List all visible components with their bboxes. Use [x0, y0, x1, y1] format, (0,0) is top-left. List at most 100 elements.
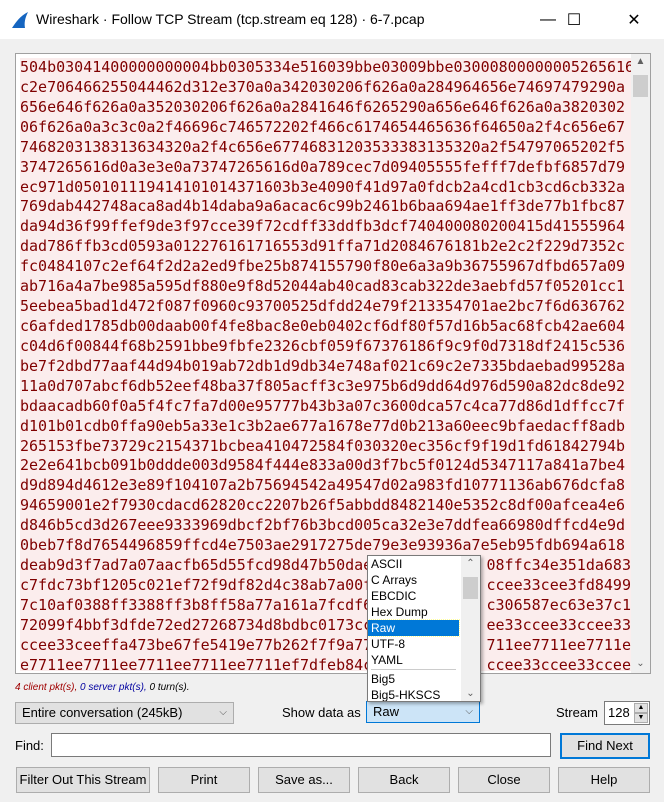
- stream-line: deab9d3f7ad7a07aacfb65d55fcd98d47b50dae 0…: [20, 556, 631, 576]
- close-button[interactable]: Close: [458, 767, 550, 793]
- scroll-up-icon[interactable]: ▲: [631, 56, 650, 67]
- stream-line-text: d9d894d4612e3e89f104107a2b75694542a49547…: [20, 476, 626, 495]
- stream-line-text: d846b5cd3d267eee9333969dbcf2bf76b3bcd005…: [20, 516, 626, 535]
- separator: [371, 669, 456, 670]
- stream-line: 0beb7f8d7654496859ffcd4e7503ae2917275de7…: [20, 536, 631, 556]
- option-utf-8[interactable]: UTF-8: [368, 636, 459, 652]
- option-ascii[interactable]: ASCII: [368, 556, 459, 572]
- stream-line-text: c04d6f00844f68b2591bbe9fbfe2326cbf059f67…: [20, 336, 626, 355]
- chevron-down-icon: ⌵: [465, 706, 473, 717]
- scroll-up-icon[interactable]: ⌃: [461, 558, 480, 569]
- stream-line-text: ccee33ceeffa473be67fe5419e77b262f7f9a77: [20, 635, 373, 654]
- conversation-select[interactable]: Entire conversation (245kB) ⌵: [15, 702, 234, 724]
- back-button[interactable]: Back: [358, 767, 450, 793]
- spin-up-icon[interactable]: ▲: [634, 703, 648, 713]
- stream-content-area[interactable]: 504b03041400000000004bb0305334e516039bbe…: [15, 53, 651, 674]
- stream-line-text: c2e706466255044462d312e370a0a342030206f6…: [20, 77, 626, 96]
- conversation-value: Entire conversation (245kB): [22, 705, 183, 720]
- stream-line-text: deab9d3f7ad7a07aacfb65d55fcd98d47b50dae: [20, 556, 373, 575]
- client-packets: 4 client pkt(s),: [15, 682, 78, 693]
- stream-line: d9d894d4612e3e89f104107a2b75694542a49547…: [20, 476, 631, 496]
- show-data-select[interactable]: Raw ⌵: [366, 701, 480, 723]
- stream-line-text: bdaacadb60f0a5f4fc7fa7d00e95777b43b3a07c…: [20, 396, 626, 415]
- stream-line-text: fc0484107c2ef64f2d2a2ed9fbe25b874155790f…: [20, 257, 626, 276]
- turns: 0 turn(s).: [149, 682, 190, 693]
- stream-line: ec971d050101119414101014371603b3e4090f41…: [20, 178, 631, 198]
- stream-line-text: 7c10af0388ff3388ff3b8ff58a77a161a7fcdf6: [20, 595, 373, 614]
- stream-line-text: 06f626a0a3c3c0a2f46696c746572202f466c617…: [20, 117, 626, 136]
- title-bar: Wireshark · Follow TCP Stream (tcp.strea…: [0, 0, 664, 39]
- chevron-down-icon: ⌵: [219, 707, 227, 718]
- scroll-thumb[interactable]: [463, 577, 478, 599]
- stream-line-text: e7711ee7711ee7711ee7711ee7711ef7dfeb84c: [20, 655, 373, 671]
- stream-line-text: be7f2dbd77aaf44d94b019ab72db1d9db34e748a…: [20, 356, 626, 375]
- stream-line: dad786ffb3cd0593a012276161716553d91ffa71…: [20, 237, 631, 257]
- stream-line-text: 7468203138313634320a2f4c656e677468312035…: [20, 137, 626, 156]
- show-data-dropdown-list[interactable]: ASCII C Arrays EBCDIC Hex Dump Raw UTF-8…: [367, 555, 481, 702]
- option-yaml[interactable]: YAML: [368, 652, 459, 668]
- stream-line-text: 504b03041400000000004bb0305334e516039bbe…: [20, 58, 631, 76]
- server-packets: 0 server pkt(s),: [80, 682, 147, 693]
- stream-line: c7fdc73bf1205c021ef72f9df82d4c38ab7a00f c…: [20, 576, 631, 596]
- stream-line: c2e706466255044462d312e370a0a342030206f6…: [20, 78, 631, 98]
- show-data-label: Show data as: [282, 705, 361, 720]
- find-next-button[interactable]: Find Next: [560, 733, 650, 759]
- stream-line-text: 265153fbe73729c2154371bcbea410472584f030…: [20, 436, 626, 455]
- stream-line: 72099f4bbf3dfde72ed27268734d8bdbc0173cc e…: [20, 616, 631, 636]
- spin-down-icon[interactable]: ▼: [634, 713, 648, 723]
- scroll-thumb[interactable]: [633, 75, 648, 97]
- help-button[interactable]: Help: [558, 767, 650, 793]
- option-hex-dump[interactable]: Hex Dump: [368, 604, 459, 620]
- scroll-down-icon[interactable]: ⌄: [461, 688, 480, 699]
- stream-line: c6afded1785db00daab00f4fe8bac8e0eb0402cf…: [20, 317, 631, 337]
- print-button[interactable]: Print: [158, 767, 250, 793]
- stream-line-text-end: ccee33ccee33ccee: [486, 655, 632, 671]
- stream-line-text: 72099f4bbf3dfde72ed27268734d8bdbc0173cc: [20, 615, 373, 634]
- option-big5-hkscs[interactable]: Big5-HKSCS: [368, 687, 459, 701]
- stream-line-text: c6afded1785db00daab00f4fe8bac8e0eb0402cf…: [20, 316, 626, 335]
- stream-line-text: 2e2e641bcb091b0ddde003d9584f444e833a00d3…: [20, 456, 626, 475]
- stream-line: d101b01cdb0ffa90eb5a33e1c3b2ae677a1678e7…: [20, 417, 631, 437]
- stream-line: 504b03041400000000004bb0305334e516039bbe…: [20, 58, 631, 78]
- find-input[interactable]: [51, 733, 551, 757]
- stream-line: 5eebea5bad1d472f087f0960c93700525dfdd24e…: [20, 297, 631, 317]
- stream-line: 265153fbe73729c2154371bcbea410472584f030…: [20, 437, 631, 457]
- show-data-value: Raw: [373, 704, 400, 719]
- stream-line-text: 11a0d707abcf6db52eef48ba37f805acff3c3e97…: [20, 376, 626, 395]
- wireshark-fin-icon: [12, 12, 28, 28]
- stream-line: 94659001e2f7930cdacd62820cc2207b26f5abbd…: [20, 496, 631, 516]
- close-window-button[interactable]: ✕: [611, 0, 657, 39]
- stream-line: da94d36f99ffef9de3f97cce39f72cdff33ddfb3…: [20, 217, 631, 237]
- stream-line: 7468203138313634320a2f4c656e677468312035…: [20, 138, 631, 158]
- option-c-arrays[interactable]: C Arrays: [368, 572, 459, 588]
- dropdown-scrollbar[interactable]: ⌃ ⌄: [461, 556, 480, 701]
- save-as-button[interactable]: Save as...: [258, 767, 350, 793]
- stream-line: ccee33ceeffa473be67fe5419e77b262f7f9a77 7…: [20, 636, 631, 656]
- filter-out-stream-button[interactable]: Filter Out This Stream: [16, 767, 150, 793]
- stream-status: 4 client pkt(s), 0 server pkt(s), 0 turn…: [15, 682, 190, 693]
- stream-line-text-end: ee33ccee33ccee33: [486, 615, 632, 634]
- vertical-scrollbar[interactable]: ▲ ⌄: [631, 54, 650, 673]
- option-ebcdic[interactable]: EBCDIC: [368, 588, 459, 604]
- option-raw[interactable]: Raw: [368, 619, 460, 637]
- stream-line-text: ec971d050101119414101014371603b3e4090f41…: [20, 177, 626, 196]
- stream-line: c04d6f00844f68b2591bbe9fbfe2326cbf059f67…: [20, 337, 631, 357]
- maximize-button[interactable]: ☐: [551, 0, 597, 39]
- stream-line: 769dab442748aca8ad4b14daba9a6acac6c99b24…: [20, 197, 631, 217]
- stream-line-text: 94659001e2f7930cdacd62820cc2207b26f5abbd…: [20, 496, 626, 515]
- stream-number-value: 128: [608, 705, 630, 720]
- stream-line-text: d101b01cdb0ffa90eb5a33e1c3b2ae677a1678e7…: [20, 416, 626, 435]
- stream-line-text: 656e646f626a0a352030206f626a0a2841646f62…: [20, 97, 626, 116]
- stream-line-text: 3747265616d0a3e3e0a73747265616d0a789cec7…: [20, 157, 626, 176]
- stream-number-spinbox[interactable]: 128 ▲ ▼: [604, 701, 650, 725]
- stream-line: e7711ee7711ee7711ee7711ee7711ef7dfeb84c c…: [20, 656, 631, 671]
- stream-line: 656e646f626a0a352030206f626a0a2841646f62…: [20, 98, 631, 118]
- stream-text[interactable]: 504b03041400000000004bb0305334e516039bbe…: [20, 58, 631, 671]
- stream-line-text: da94d36f99ffef9de3f97cce39f72cdff33ddfb3…: [20, 217, 626, 236]
- stream-line-text: 0beb7f8d7654496859ffcd4e7503ae2917275de7…: [20, 536, 626, 555]
- scroll-down-icon[interactable]: ⌄: [631, 658, 650, 669]
- stream-line: 7c10af0388ff3388ff3b8ff58a77a161a7fcdf6 c…: [20, 596, 631, 616]
- stream-line-text-end: c306587ec63e37c1: [486, 595, 632, 614]
- stream-line-text-end: 08ffc34e351da683: [486, 556, 632, 575]
- option-big5[interactable]: Big5: [368, 671, 459, 687]
